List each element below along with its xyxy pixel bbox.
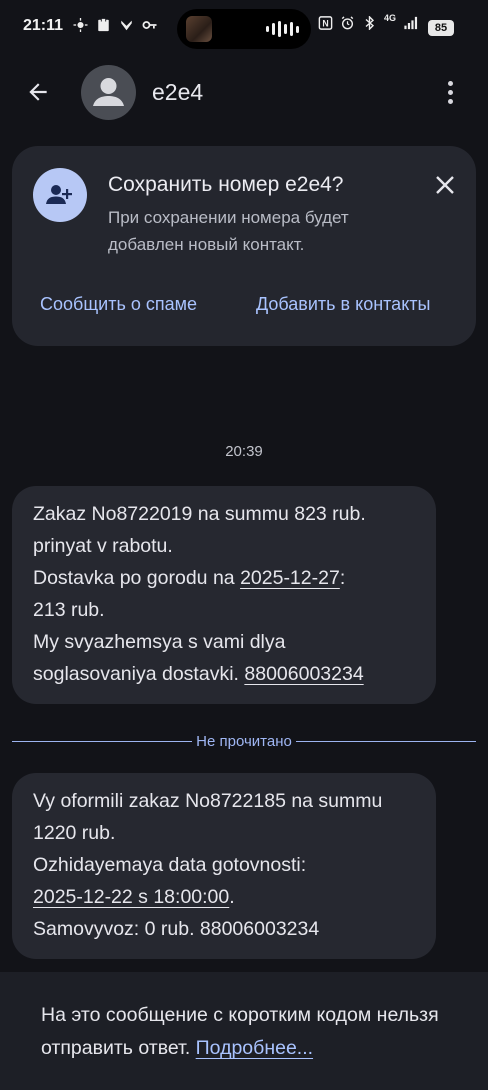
date-link[interactable]: 2025-12-27	[240, 567, 340, 589]
contact-avatar[interactable]	[81, 65, 136, 120]
save-contact-card: Сохранить номер e2e4? При сохранении ном…	[12, 146, 476, 346]
message-line: Zakaz No8722019 na summu 823 rub.	[33, 503, 366, 525]
dynamic-island[interactable]	[177, 9, 311, 49]
save-card-text: При сохранении номера будет добавлен нов…	[108, 208, 349, 254]
message-text: soglasovaniya dostavki.	[33, 663, 245, 685]
battery-level: 85	[428, 20, 454, 36]
messages-screen: 21:11 N 4G 85 e2e4 Сохранить номер e2e4?…	[0, 0, 488, 1090]
phone-link[interactable]: 88006003234	[244, 663, 363, 685]
message-bubble[interactable]: Vy oformili zakaz No8722185 na summu 122…	[12, 773, 436, 959]
nfc-icon: N	[318, 16, 333, 30]
reply-disabled-notice: На это сообщение с коротким кодом нельзя…	[41, 999, 451, 1065]
message-text: .	[229, 886, 235, 908]
message-line: Dostavka po gorodu na 2025-12-27:	[33, 562, 415, 594]
app-notification-icon	[121, 20, 132, 31]
divider-line	[295, 740, 476, 742]
status-system-icons: N 4G	[318, 13, 418, 30]
network-type: 4G	[383, 13, 396, 23]
alarm-icon	[341, 16, 354, 30]
message-line: Vy oformili zakaz No8722185 na summu	[33, 790, 383, 812]
unread-divider: Не прочитано	[12, 731, 476, 751]
save-card-title: Сохранить номер e2e4?	[108, 173, 344, 196]
message-line: 1220 rub.	[33, 822, 116, 844]
close-icon	[436, 176, 454, 194]
unread-label: Не прочитано	[196, 732, 292, 750]
message-timestamp: 20:39	[225, 443, 263, 460]
date-link[interactable]: 2025-12-22 s 18:00:00	[33, 886, 229, 908]
back-arrow-icon	[29, 83, 47, 101]
status-time: 21:11	[23, 17, 64, 34]
message-bubble[interactable]: Zakaz No8722019 na summu 823 rub. prinya…	[12, 486, 436, 704]
status-bar: 21:11 N 4G 85	[0, 0, 488, 56]
key-icon	[142, 21, 157, 29]
message-text: Dostavka po gorodu na	[33, 567, 241, 589]
status-notification-icons	[73, 18, 157, 32]
message-line: 213 rub.	[33, 599, 105, 621]
report-spam-button[interactable]: Сообщить о спаме	[40, 294, 197, 315]
more-vert-icon	[447, 80, 453, 86]
person-icon	[93, 78, 124, 106]
clipboard-icon	[98, 18, 109, 32]
message-line: Samovyvoz: 0 rub. 88006003234	[33, 918, 320, 940]
learn-more-link[interactable]: Подробнее...	[196, 1037, 313, 1059]
reply-disabled-footer: На это сообщение с коротким кодом нельзя…	[0, 972, 488, 1090]
signal-icon	[404, 16, 418, 30]
back-button[interactable]	[20, 74, 56, 110]
svg-text:N: N	[322, 19, 328, 29]
contact-name[interactable]: e2e4	[152, 79, 203, 106]
message-line: prinyat v rabotu.	[33, 535, 173, 557]
bluetooth-icon	[365, 16, 375, 30]
message-text: :	[339, 567, 346, 589]
message-line: Ozhidayemaya data gotovnosti:	[33, 854, 307, 876]
divider-line	[12, 740, 193, 742]
add-person-icon	[33, 168, 87, 222]
sun-icon	[73, 18, 88, 32]
message-line: soglasovaniya dostavki. 88006003234	[33, 658, 415, 690]
battery-indicator: 85	[428, 20, 454, 36]
message-line: 2025-12-22 s 18:00:00.	[33, 881, 415, 913]
audio-wave-icon	[266, 21, 299, 37]
add-contact-button[interactable]: Добавить в контакты	[256, 294, 430, 315]
close-card-button[interactable]	[430, 170, 460, 200]
more-options-button[interactable]	[436, 76, 464, 108]
conversation-app-bar: e2e4	[0, 56, 488, 132]
message-line: My svyazhemsya s vami dlya	[33, 631, 286, 653]
media-thumbnail	[186, 16, 212, 42]
